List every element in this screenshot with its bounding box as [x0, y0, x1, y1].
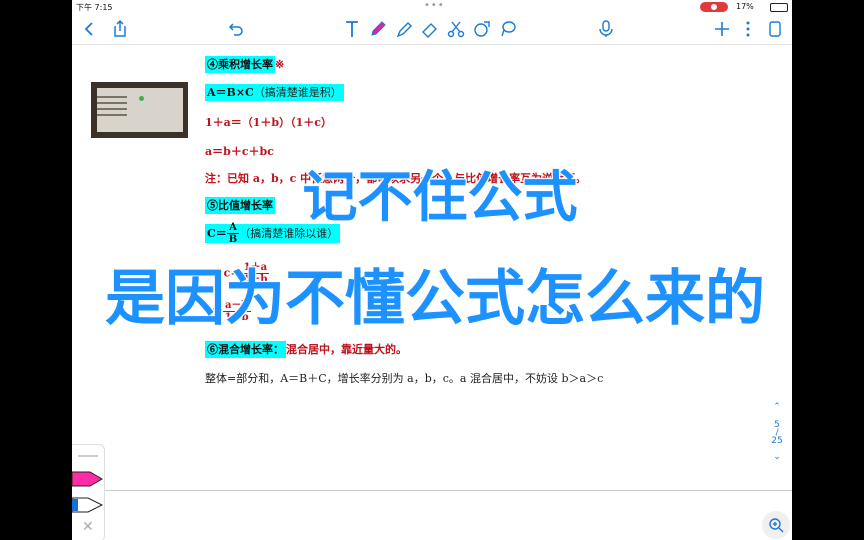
blue-pen-icon[interactable]: [72, 495, 104, 515]
product-formula: A＝B×C: [207, 86, 254, 99]
heading-mixed-growth: ⑥混合增长率：: [205, 341, 286, 358]
add-icon[interactable]: [710, 17, 734, 41]
product-formula-note: （搞清楚谁是积）: [253, 86, 342, 99]
eraser-icon[interactable]: [418, 17, 442, 41]
line-product-growth: ④乘积增长率 ※: [205, 56, 285, 73]
important-mark: ※: [275, 58, 285, 71]
status-time: 下午 7:15: [76, 3, 113, 12]
pen-palette: ✕: [72, 444, 105, 540]
embedded-photo[interactable]: [91, 82, 188, 138]
heading-product-growth: ④乘积增长率: [205, 56, 275, 73]
scissors-icon[interactable]: [444, 17, 468, 41]
mixed-growth-rule: 混合居中，靠近量大的。: [286, 343, 407, 356]
page-up-icon[interactable]: ⌃: [762, 402, 792, 412]
battery-icon: [770, 3, 788, 12]
microphone-icon[interactable]: [594, 17, 618, 41]
status-bar: 下午 7:15 ••• 17%: [72, 0, 792, 14]
page-total: 25: [771, 436, 783, 446]
overlay-caption-line1: 记不住公式: [301, 164, 579, 231]
product-formula-2: 1＋a＝（1＋b）（1＋c）: [205, 116, 332, 129]
battery-percent: 17%: [736, 2, 754, 11]
close-palette-icon[interactable]: ✕: [82, 519, 94, 535]
recording-indicator: [700, 2, 728, 12]
back-icon[interactable]: [78, 17, 102, 41]
lasso-icon[interactable]: [496, 17, 520, 41]
more-icon[interactable]: [736, 17, 760, 41]
overlay-caption-line2: 是因为不懂公式怎么来的: [104, 263, 767, 336]
highlighter-icon[interactable]: [392, 17, 416, 41]
page-divider: [72, 490, 792, 491]
page-navigator: ⌃ 5 ∕ 25 ⌄: [762, 402, 792, 462]
zoom-icon[interactable]: [762, 511, 790, 539]
shapes-icon[interactable]: [470, 17, 494, 41]
toolbar: [72, 14, 792, 45]
share-icon[interactable]: [108, 17, 132, 41]
pen-icon[interactable]: [366, 17, 390, 41]
pink-pen-icon[interactable]: [72, 469, 104, 489]
text-tool-icon[interactable]: [340, 17, 364, 41]
line-mixed-growth: ⑥混合增长率： 混合居中，靠近量大的。: [205, 341, 407, 358]
pages-icon[interactable]: [762, 17, 786, 41]
mixed-growth-explanation: 整体=部分和，A＝B＋C，增长率分别为 a，b，c。a 混合居中，不妨设 b＞a…: [205, 372, 604, 385]
page-down-icon[interactable]: ⌄: [762, 452, 792, 462]
undo-icon[interactable]: [224, 17, 248, 41]
line-product-formula: A＝B×C（搞清楚谁是积）: [205, 84, 344, 101]
multitask-dots[interactable]: •••: [424, 0, 445, 11]
